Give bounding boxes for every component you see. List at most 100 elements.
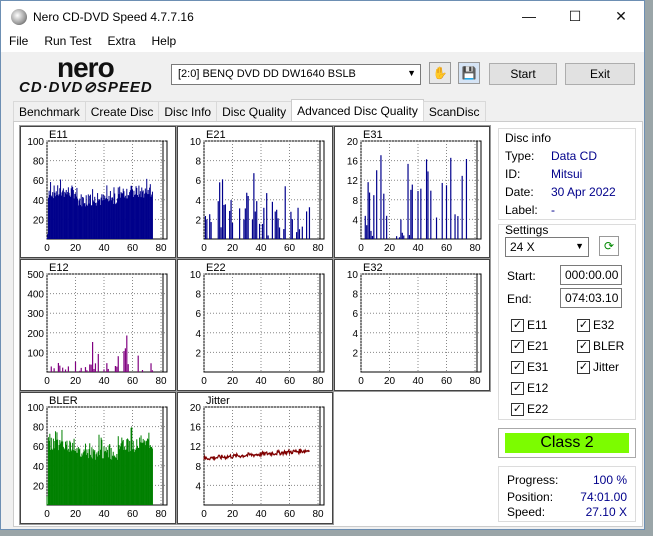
y-tick-label: 4: [352, 215, 358, 226]
y-tick-label: 20: [190, 403, 202, 414]
x-tick-label: 20: [227, 509, 239, 520]
chart-title: E12: [49, 262, 69, 274]
y-tick-label: 100: [27, 403, 44, 414]
y-tick-label: 80: [33, 157, 45, 168]
y-tick-label: 10: [347, 270, 359, 281]
x-tick-label: 40: [255, 376, 267, 387]
x-tick-label: 60: [127, 509, 139, 520]
tab-disc-quality[interactable]: Disc Quality: [216, 101, 293, 121]
disc-info-title: Disc info: [505, 131, 552, 145]
settings-box: Settings 24 X ▼ ⟳ Start: 000:00.00 End: 0…: [498, 223, 636, 420]
checkbox-jitter[interactable]: ✓ Jitter: [577, 360, 619, 374]
x-tick-label: 60: [284, 509, 296, 520]
checkbox-e21[interactable]: ✓ E21: [511, 339, 548, 353]
tab-scandisc[interactable]: ScanDisc: [422, 101, 486, 121]
x-tick-label: 80: [469, 376, 481, 387]
x-tick-label: 0: [44, 376, 50, 387]
start-button[interactable]: Start: [489, 63, 557, 85]
tab-benchmark[interactable]: Benchmark: [13, 101, 86, 121]
drive-select[interactable]: [2:0] BENQ DVD DD DW1640 BSLB ▼: [171, 64, 421, 85]
progress-label: Progress:: [507, 473, 559, 487]
speed-select[interactable]: 24 X ▼: [505, 237, 589, 257]
chart-e31: E31 0 20 40 60 80 4 8 12 16 20: [333, 125, 491, 259]
disc-info-box: Disc info Type: Data CD ID: Mitsui Date:…: [498, 128, 636, 220]
start-input[interactable]: 000:00.00: [560, 265, 622, 285]
maximize-button[interactable]: ☐: [552, 1, 598, 32]
chevron-down-icon: ▼: [407, 68, 416, 78]
date-value: 30 Apr 2022: [551, 185, 616, 199]
y-tick-label: 10: [190, 137, 202, 148]
checkbox-bler[interactable]: ✓ BLER: [577, 339, 624, 353]
refresh-icon[interactable]: ⟳: [599, 236, 619, 256]
x-tick-label: 40: [255, 243, 267, 254]
x-tick-label: 20: [70, 243, 82, 254]
type-value: Data CD: [551, 149, 598, 163]
toolbar: nero CD·DVD⊘SPEED [2:0] BENQ DVD DD DW16…: [1, 52, 644, 97]
chart-svg: E32 0 20 40 60 80 2 4 6 8 10: [347, 262, 482, 387]
end-input[interactable]: 074:03.10: [560, 288, 622, 308]
chart-svg: E21 0 20 40 60 80 2 4 6 8 10: [190, 129, 325, 254]
chart-e21: E21 0 20 40 60 80 2 4 6 8 10: [176, 125, 334, 259]
exit-button[interactable]: Exit: [565, 63, 635, 85]
menu-file[interactable]: File: [1, 32, 36, 52]
chart-title: BLER: [49, 395, 78, 407]
chart-title: E11: [49, 129, 68, 141]
menu-extra[interactable]: Extra: [99, 32, 143, 52]
x-tick-label: 80: [312, 376, 324, 387]
menu-run-test[interactable]: Run Test: [36, 32, 99, 52]
x-tick-label: 0: [201, 243, 207, 254]
chart-title: Jitter: [206, 395, 230, 407]
settings-title: Settings: [505, 223, 549, 237]
chart-e32: E32 0 20 40 60 80 2 4 6 8 10: [333, 258, 491, 392]
checkbox-e32[interactable]: ✓ E32: [577, 318, 614, 332]
y-tick-label: 2: [195, 348, 201, 359]
x-tick-label: 60: [284, 376, 296, 387]
minimize-button[interactable]: —: [506, 1, 552, 32]
menu-bar: File Run Test Extra Help: [1, 32, 644, 52]
y-tick-label: 20: [347, 137, 359, 148]
tab-advanced-disc-quality[interactable]: Advanced Disc Quality: [291, 99, 424, 121]
y-tick-label: 20: [33, 481, 45, 492]
save-icon[interactable]: 💾: [458, 62, 480, 84]
app-window: Nero CD-DVD Speed 4.7.7.16 — ☐ ✕ File Ru…: [0, 0, 645, 530]
checkbox-e12[interactable]: ✓ E12: [511, 381, 548, 395]
eject-options-icon[interactable]: ✋: [429, 62, 451, 84]
x-tick-label: 0: [201, 376, 207, 387]
tab-create-disc[interactable]: Create Disc: [84, 101, 160, 121]
title-bar: Nero CD-DVD Speed 4.7.7.16 — ☐ ✕: [1, 1, 644, 32]
y-tick-label: 20: [33, 215, 45, 226]
checkbox-e22[interactable]: ✓ E22: [511, 402, 548, 416]
checkbox-e31[interactable]: ✓ E31: [511, 360, 548, 374]
x-tick-label: 0: [44, 509, 50, 520]
y-tick-label: 8: [195, 290, 201, 301]
x-tick-label: 0: [201, 509, 207, 520]
label-value: -: [551, 203, 555, 217]
y-tick-label: 200: [27, 329, 44, 340]
tab-panel: E11 0 20 40 60 80 20 40 60 80 100 E21 0 20 40 60 80 2 4 6 8 1…: [13, 121, 643, 527]
class-badge: Class 2: [505, 433, 629, 453]
x-tick-label: 40: [255, 509, 267, 520]
chart-title: E31: [363, 129, 383, 141]
menu-help[interactable]: Help: [144, 32, 185, 52]
x-tick-label: 20: [70, 376, 82, 387]
chart-svg: E11 0 20 40 60 80 20 40 60 80 100: [27, 129, 168, 254]
x-tick-label: 60: [441, 243, 453, 254]
chart-svg: E12 0 20 40 60 80 100 200 300 400 500: [27, 262, 168, 387]
chart-bler: BLER 0 20 40 60 80 20 40 60 80 100: [19, 391, 177, 525]
y-tick-label: 100: [27, 348, 44, 359]
class-box: Class 2: [498, 428, 636, 458]
x-tick-label: 40: [98, 509, 110, 520]
y-tick-label: 16: [347, 157, 359, 168]
y-tick-label: 8: [352, 196, 358, 207]
x-tick-label: 80: [155, 376, 167, 387]
tab-disc-info[interactable]: Disc Info: [158, 101, 218, 121]
y-tick-label: 40: [33, 196, 45, 207]
chart-e11: E11 0 20 40 60 80 20 40 60 80 100: [19, 125, 177, 259]
y-tick-label: 6: [195, 176, 201, 187]
x-tick-label: 0: [44, 243, 50, 254]
position-value: 74:01.00: [580, 490, 627, 504]
checkbox-e11[interactable]: ✓ E11: [511, 318, 547, 332]
y-tick-label: 100: [27, 137, 44, 148]
chart-svg: Jitter 0 20 40 60 80 4 8 12 16 20: [190, 395, 325, 520]
close-button[interactable]: ✕: [598, 1, 644, 32]
